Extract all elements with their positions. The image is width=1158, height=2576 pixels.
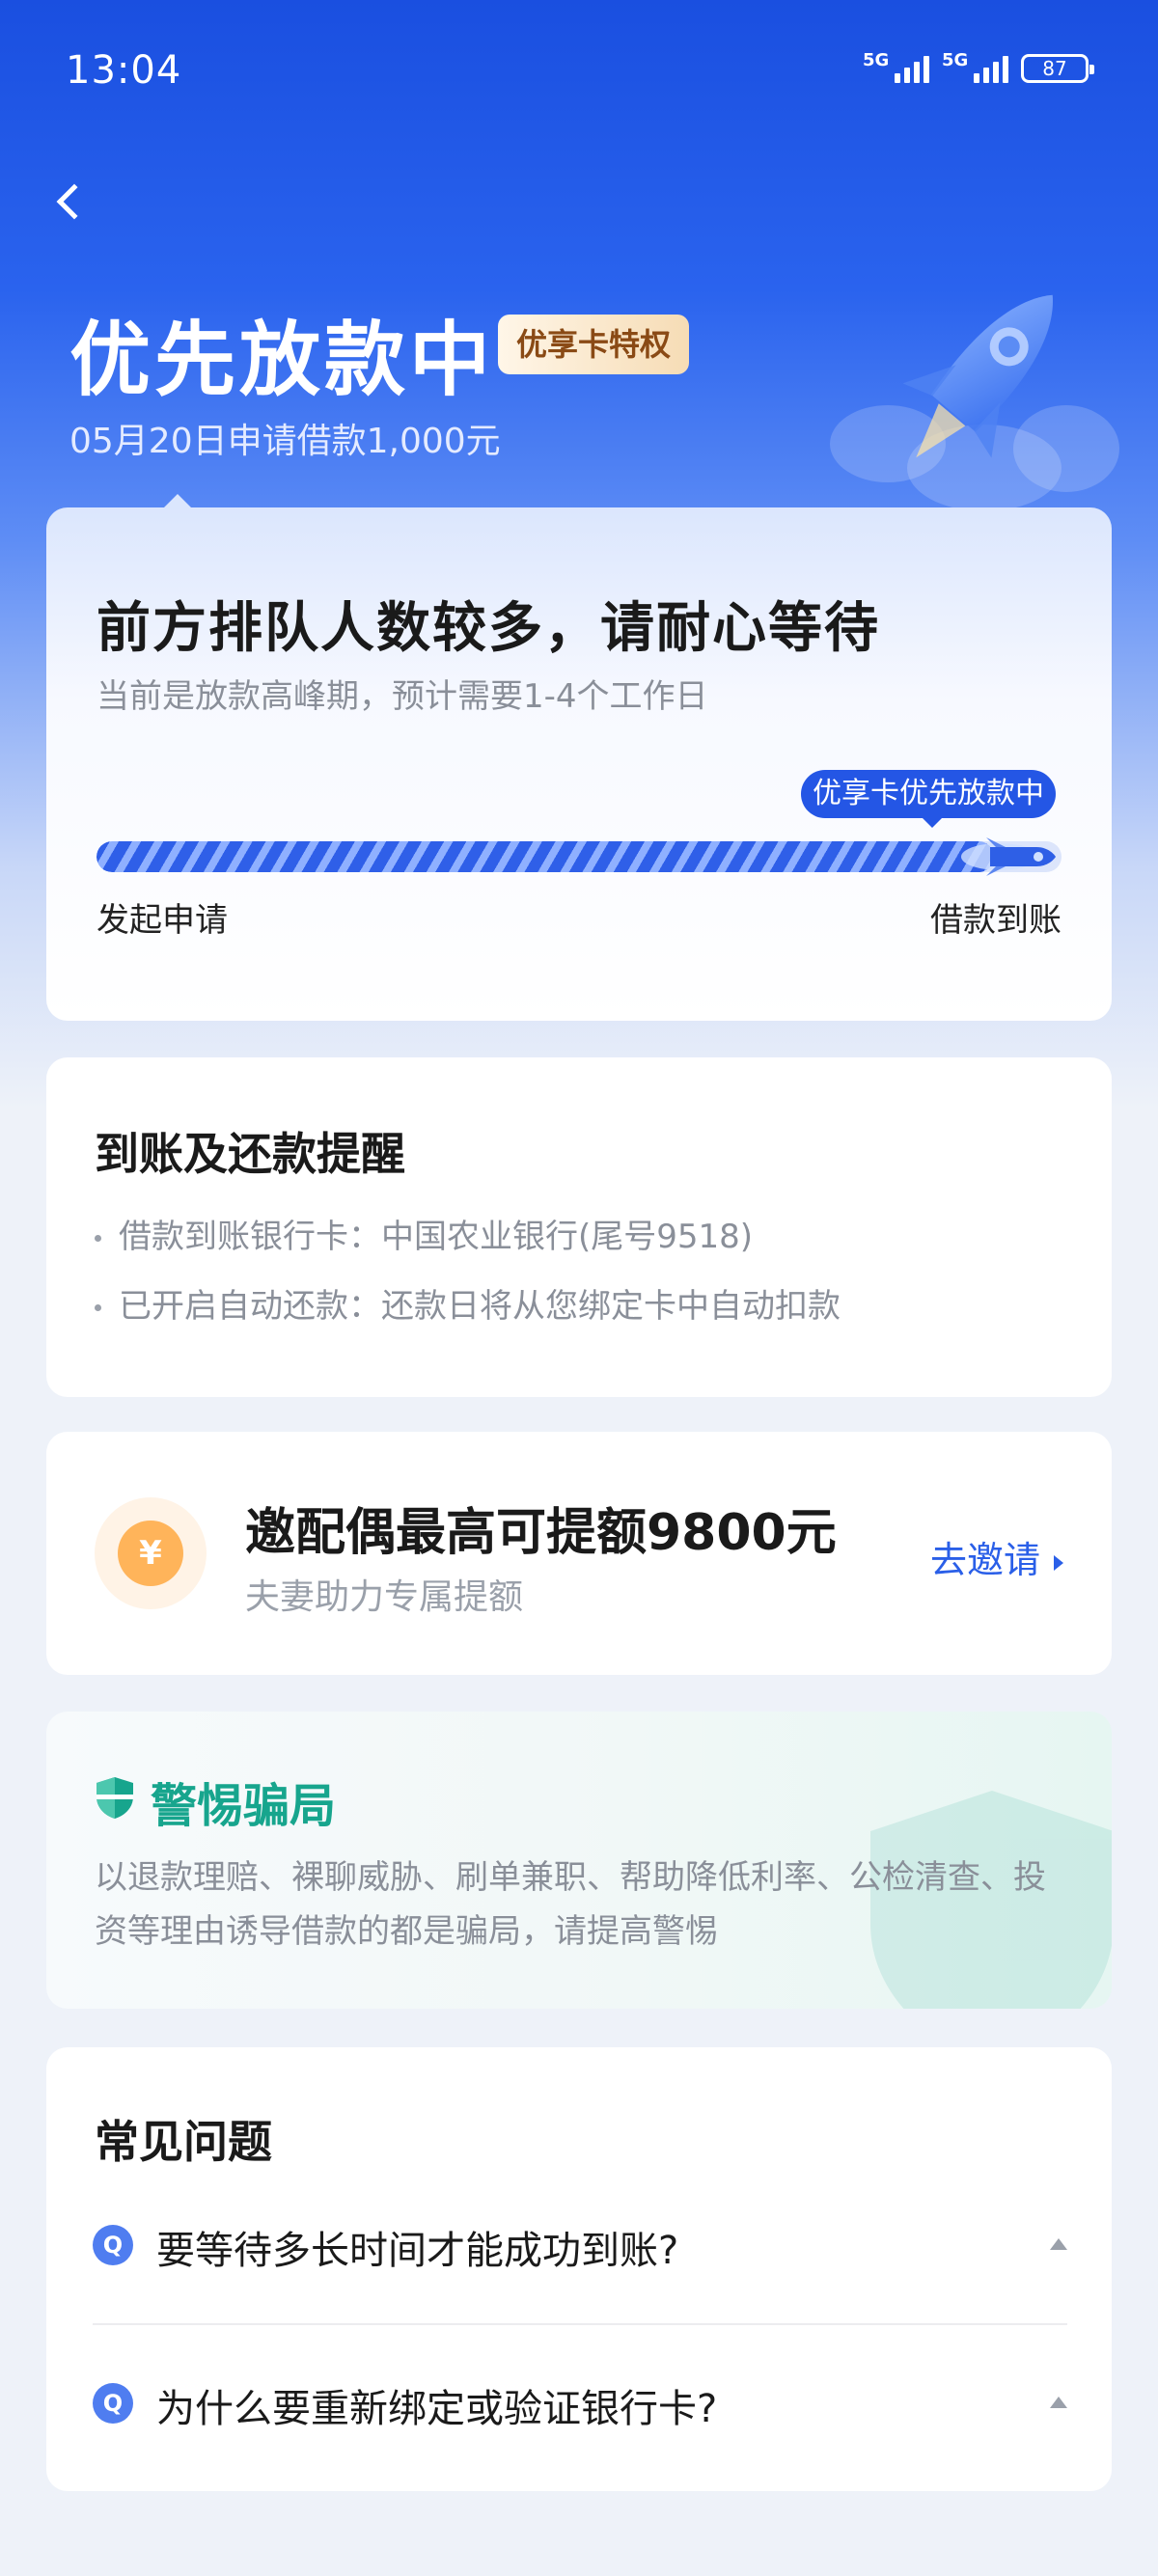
faq-item[interactable]: Q 要等待多长时间才能成功到账? bbox=[93, 2202, 1067, 2294]
queue-subtext: 当前是放款高峰期，预计需要1-4个工作日 bbox=[96, 677, 708, 716]
battery-icon: 87 bbox=[1021, 54, 1094, 83]
caret-up-icon[interactable] bbox=[1050, 2238, 1067, 2250]
progress-rocket-icon bbox=[961, 837, 1056, 876]
faq-title: 常见问题 bbox=[95, 2116, 272, 2168]
bullet-dot-icon bbox=[95, 1235, 101, 1242]
back-button[interactable] bbox=[44, 174, 102, 232]
invite-subtitle: 夫妻助力专属提额 bbox=[245, 1577, 524, 1617]
status-bar: 13:04 5G 5G 87 bbox=[0, 0, 1158, 135]
chevron-left-icon bbox=[56, 183, 93, 220]
divider bbox=[93, 2323, 1067, 2325]
reminder-line-bank: 借款到账银行卡：中国农业银行(尾号9518) bbox=[95, 1210, 753, 1257]
fraud-warning-card: 警惕骗局 以退款理赔、裸聊威胁、刷单兼职、帮助降低利率、公检清查、投资等理由诱导… bbox=[46, 1712, 1112, 2009]
queue-heading: 前方排队人数较多，请耐心等待 bbox=[96, 597, 880, 660]
signal-icon-1: 5G bbox=[863, 50, 930, 83]
loan-progress-card: 前方排队人数较多，请耐心等待 当前是放款高峰期，预计需要1-4个工作日 优享卡优… bbox=[46, 507, 1112, 1021]
bullet-dot-icon bbox=[95, 1304, 101, 1311]
progress-bar-fill bbox=[96, 841, 994, 872]
progress-start-label: 发起申请 bbox=[96, 901, 228, 940]
reminder-card: 到账及还款提醒 借款到账银行卡：中国农业银行(尾号9518) 已开启自动还款：还… bbox=[46, 1057, 1112, 1397]
progress-status-tag: 优享卡优先放款中 bbox=[801, 770, 1056, 828]
page-title: 优先放款中 bbox=[69, 313, 495, 407]
progress-end-label: 借款到账 bbox=[930, 901, 1062, 940]
invite-title: 邀配偶最高可提额9800元 bbox=[245, 1504, 837, 1562]
faq-item[interactable]: Q 为什么要重新绑定或验证银行卡? bbox=[93, 2360, 1067, 2453]
rocket-icon bbox=[902, 294, 1053, 458]
loan-summary: 05月20日申请借款1,000元 bbox=[69, 422, 501, 461]
signal-icon-2: 5G bbox=[942, 50, 1009, 83]
fraud-title: 警惕骗局 bbox=[151, 1779, 337, 1833]
question-icon: Q bbox=[93, 2225, 133, 2265]
faq-card: 常见问题 Q 要等待多长时间才能成功到账? Q 为什么要重新绑定或验证银行卡? bbox=[46, 2047, 1112, 2491]
status-time: 13:04 bbox=[66, 48, 182, 93]
invite-spouse-card[interactable]: ¥ 邀配偶最高可提额9800元 夫妻助力专属提额 去邀请 bbox=[46, 1432, 1112, 1675]
faq-question: 要等待多长时间才能成功到账? bbox=[156, 2229, 679, 2273]
reminder-title: 到账及还款提醒 bbox=[95, 1128, 405, 1180]
invite-button[interactable]: 去邀请 bbox=[930, 1530, 1063, 1583]
shield-icon bbox=[96, 1777, 133, 1819]
progress-bar-track bbox=[96, 841, 1062, 872]
yuan-icon: ¥ bbox=[118, 1521, 183, 1586]
fraud-description: 以退款理赔、裸聊威胁、刷单兼职、帮助降低利率、公检清查、投资等理由诱导借款的都是… bbox=[95, 1858, 1046, 1951]
question-icon: Q bbox=[93, 2383, 133, 2424]
faq-question: 为什么要重新绑定或验证银行卡? bbox=[156, 2387, 718, 2431]
caret-up-icon[interactable] bbox=[1050, 2397, 1067, 2408]
coin-icon: ¥ bbox=[95, 1497, 207, 1609]
rocket-illustration bbox=[830, 260, 1119, 511]
vip-privilege-badge: 优享卡特权 bbox=[498, 315, 689, 374]
reminder-line-autopay: 已开启自动还款：还款日将从您绑定卡中自动扣款 bbox=[95, 1279, 841, 1327]
